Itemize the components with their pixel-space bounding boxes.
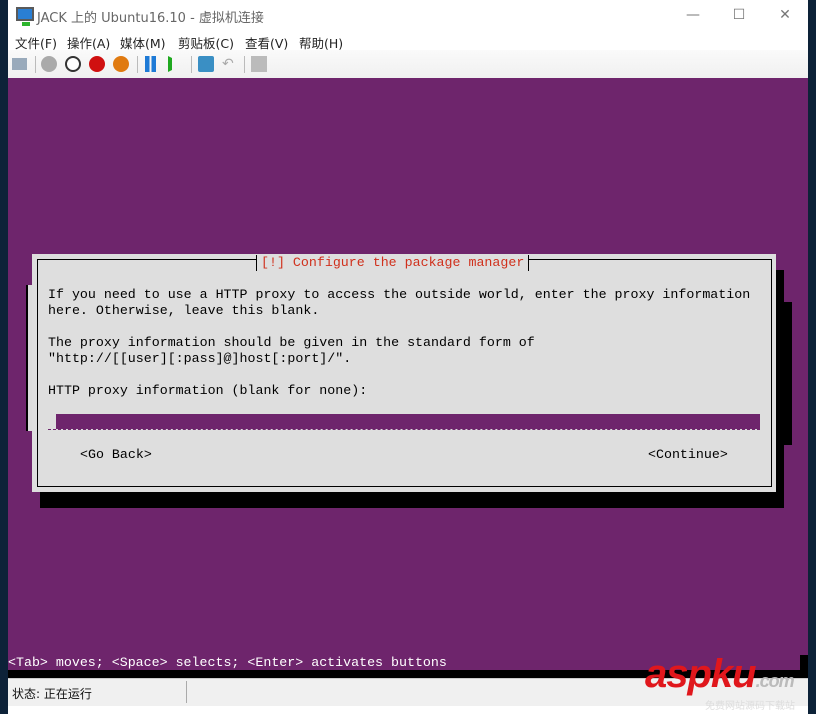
description-line: The proxy information should be given in… xyxy=(48,335,535,350)
minimize-button[interactable]: — xyxy=(670,0,716,30)
menu-bar: 文件(F) 操作(A) 媒体(M) 剪贴板(C) 查看(V) 帮助(H) xyxy=(8,30,808,51)
input-underline xyxy=(48,429,760,430)
power-icon[interactable] xyxy=(113,56,129,72)
proxy-input[interactable] xyxy=(56,414,760,429)
proxy-prompt: HTTP proxy information (blank for none): xyxy=(48,383,368,398)
title-bar: JACK 上的 Ubuntu16.10 - 虚拟机连接 — ☐ ✕ xyxy=(8,0,808,30)
shutdown-icon[interactable] xyxy=(89,56,105,72)
window-title: JACK 上的 Ubuntu16.10 - 虚拟机连接 xyxy=(37,11,264,26)
go-back-button[interactable]: <Go Back> xyxy=(80,447,152,463)
watermark-subtitle: 免费网站源码下载站 xyxy=(705,701,795,712)
description-line: If you need to use a HTTP proxy to acces… xyxy=(48,287,751,302)
stop-icon[interactable] xyxy=(65,56,81,72)
enhanced-session-icon[interactable] xyxy=(251,56,267,72)
dialog: [!] Configure the package manager If you… xyxy=(32,254,776,492)
resume-icon[interactable] xyxy=(168,56,184,72)
vm-connect-icon xyxy=(16,7,34,26)
maximize-button[interactable]: ☐ xyxy=(716,0,762,30)
ctrl-alt-del-icon[interactable] xyxy=(12,58,27,70)
checkpoint-icon[interactable] xyxy=(198,56,214,72)
separator xyxy=(35,56,36,73)
vm-connection-window: JACK 上的 Ubuntu16.10 - 虚拟机连接 — ☐ ✕ 文件(F) … xyxy=(8,0,808,714)
revert-icon[interactable]: ↶ xyxy=(222,56,238,72)
continue-button[interactable]: <Continue> xyxy=(648,447,728,463)
close-button[interactable]: ✕ xyxy=(762,0,808,30)
description-line: "http://[[user][:pass]@]host[:port]/". xyxy=(48,351,352,366)
help-line: <Tab> moves; <Space> selects; <Enter> ac… xyxy=(8,655,447,670)
toolbar: ↶ xyxy=(8,50,808,78)
dialog-title: [!] Configure the package manager xyxy=(256,255,530,271)
status-text: 状态: 正在运行 xyxy=(12,687,92,701)
description-line: here. Otherwise, leave this blank. xyxy=(48,303,320,318)
screen-edge xyxy=(800,655,808,670)
separator xyxy=(191,56,192,73)
separator xyxy=(186,681,187,703)
separator xyxy=(244,56,245,73)
watermark-logo: aspku.com xyxy=(645,652,795,696)
pause-icon[interactable] xyxy=(145,56,156,72)
separator xyxy=(137,56,138,73)
vm-screen[interactable]: [!] Configure the package manager If you… xyxy=(8,78,808,678)
background-dialog-shadow xyxy=(784,302,792,445)
start-icon[interactable] xyxy=(41,56,57,72)
